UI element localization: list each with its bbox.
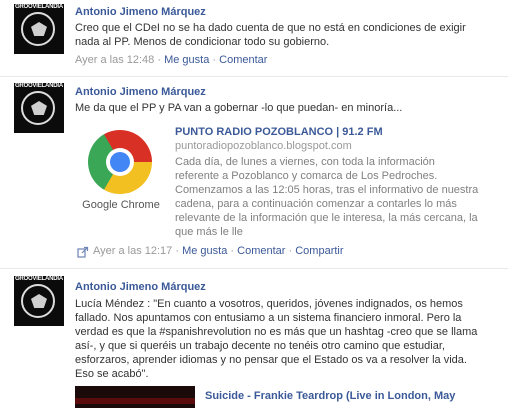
avatar[interactable]: GROOVIELANDIA (14, 4, 64, 54)
shared-link-url: puntoradiopozoblanco.blogspot.com (175, 140, 352, 152)
author-name[interactable]: Antonio Jimeno Márquez (75, 6, 206, 18)
share-link[interactable]: Compartir (295, 245, 343, 257)
video-title-link[interactable]: Suicide - Frankie Teardrop (Live in Lond… (205, 390, 455, 402)
avatar[interactable]: GROOVIELANDIA (14, 83, 64, 133)
comment-link[interactable]: Comentar (219, 54, 267, 66)
avatar-logo-text: GROOVIELANDIA (14, 4, 64, 10)
chrome-logo-icon (88, 130, 152, 194)
author-name[interactable]: Antonio Jimeno Márquez (75, 86, 206, 98)
like-link[interactable]: Me gusta (164, 54, 209, 66)
post-text: Me da que el PP y PA van a gobernar -lo … (75, 102, 403, 114)
thumbnail-caption: Google Chrome (82, 199, 160, 211)
post-meta: Ayer a las 12:48 · Me gusta · Comentar (75, 54, 268, 66)
divider (0, 76, 508, 77)
shared-link-icon (77, 246, 89, 258)
shared-link-thumbnail[interactable]: Google Chrome (75, 124, 167, 216)
like-link[interactable]: Me gusta (182, 245, 227, 257)
avatar-logo-text: GROOVIELANDIA (14, 276, 64, 282)
avatar[interactable]: GROOVIELANDIA (14, 276, 64, 326)
shared-link-title[interactable]: PUNTO RADIO POZOBLANCO | 91.2 FM (175, 126, 383, 138)
divider (0, 268, 508, 269)
video-thumbnail[interactable] (75, 386, 195, 408)
post-text: Creo que el CDeI no se ha dado cuenta de… (75, 22, 466, 48)
post-text: Lucía Méndez : "En cuanto a vosotros, qu… (75, 298, 478, 380)
timestamp[interactable]: Ayer a las 12:48 (75, 54, 154, 66)
post-meta: Ayer a las 12:17 · Me gusta · Comentar ·… (93, 245, 344, 257)
author-name[interactable]: Antonio Jimeno Márquez (75, 281, 206, 293)
timestamp[interactable]: Ayer a las 12:17 (93, 245, 172, 257)
comment-link[interactable]: Comentar (237, 245, 285, 257)
shared-link-description: Cada día, de lunes a viernes, con toda l… (175, 156, 479, 238)
avatar-logo-text: GROOVIELANDIA (14, 83, 64, 89)
